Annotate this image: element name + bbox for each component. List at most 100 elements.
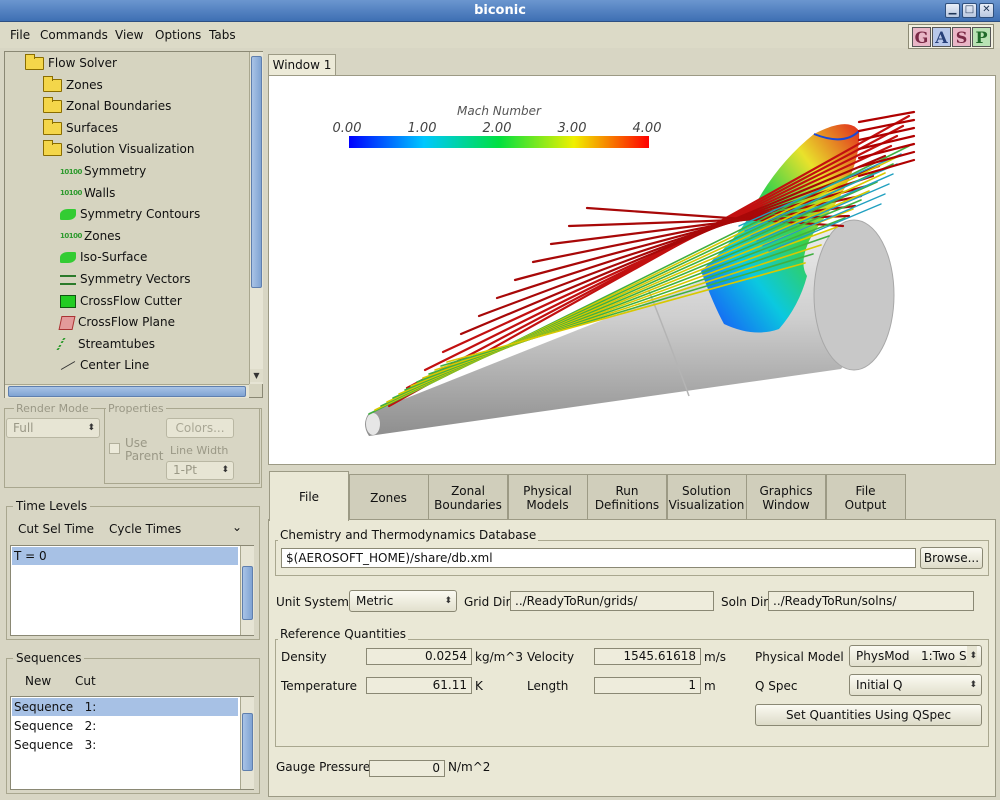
set-quantities-button[interactable]: Set Quantities Using QSpec	[755, 704, 982, 726]
gasp-logo: G A S P	[908, 24, 994, 49]
tree-vscroll-thumb[interactable]	[251, 56, 262, 288]
cycle-times-button[interactable]: Cycle Times	[109, 522, 181, 536]
time-levels-title: Time Levels	[13, 499, 91, 513]
tree-item[interactable]: CrossFlow Cutter	[60, 292, 182, 310]
window-1-tab[interactable]: Window 1	[268, 54, 336, 76]
spin-arrows-icon: ⬍	[87, 423, 95, 433]
tree-item[interactable]: 10100 Symmetry	[60, 162, 146, 180]
menu-options[interactable]: Options	[155, 28, 201, 42]
menu-view[interactable]: View	[115, 28, 143, 42]
browse-button[interactable]: Browse...	[920, 547, 983, 569]
menu-file[interactable]: File	[10, 28, 30, 42]
unit-system-select[interactable]: Metric ⬍	[349, 590, 457, 612]
temperature-input[interactable]: 61.11	[366, 677, 472, 694]
density-label: Density	[281, 650, 327, 664]
binary-data-icon: 10100	[60, 189, 82, 198]
line-width-label: Line Width	[170, 444, 229, 457]
tree-item[interactable]: Iso-Surface	[60, 248, 147, 266]
qspec-select[interactable]: Initial Q ⬍	[849, 674, 982, 696]
tab-label: Output	[844, 497, 887, 512]
tree-item[interactable]: Center Line	[60, 356, 149, 374]
tree-item[interactable]: Surfaces	[43, 118, 118, 137]
tab-zones[interactable]: Zones	[348, 474, 429, 520]
list-item[interactable]: Sequence 3:	[12, 736, 238, 754]
tab-label: File	[298, 489, 320, 504]
menu-tabs[interactable]: Tabs	[209, 28, 236, 42]
soln-dir-input[interactable]: ../ReadyToRun/solns/	[768, 591, 974, 611]
velocity-input[interactable]: 1545.61618	[594, 648, 701, 665]
new-sequence-button[interactable]: New	[25, 674, 51, 688]
tree-vscroll[interactable]: ▼	[249, 52, 263, 384]
colors-button[interactable]: Colors...	[166, 418, 234, 438]
db-path-input[interactable]: $(AEROSOFT_HOME)/share/db.xml	[281, 548, 916, 568]
splitter[interactable]	[268, 465, 996, 470]
tab-run-definitions[interactable]: Run Definitions	[587, 474, 667, 520]
cut-sequence-button[interactable]: Cut	[75, 674, 96, 688]
tree-item-label: Symmetry	[84, 164, 147, 178]
temperature-label: Temperature	[281, 679, 358, 693]
tab-label: Run	[615, 483, 639, 498]
use-parent-checkbox[interactable]	[109, 443, 120, 454]
tree-item[interactable]: 10100 Walls	[60, 184, 115, 202]
tab-zonal-boundaries[interactable]: Zonal Boundaries	[428, 474, 508, 520]
tab-label: Zones	[370, 490, 407, 505]
streamtube	[857, 150, 916, 169]
cut-sel-time-button[interactable]: Cut Sel Time	[18, 522, 94, 536]
sequences-vscroll[interactable]	[240, 697, 254, 789]
tab-file[interactable]: File	[269, 471, 349, 521]
tab-graphics-window[interactable]: Graphics Window	[746, 474, 826, 520]
length-input[interactable]: 1	[594, 677, 701, 694]
vectors-icon	[60, 274, 76, 285]
graphics-viewport[interactable]: Mach Number 0.00 1.00 2.00 3.00 4.00	[268, 75, 996, 465]
tree-item-label: CrossFlow Plane	[78, 315, 176, 330]
tab-label: Graphics	[759, 483, 813, 498]
list-item[interactable]: T = 0	[12, 547, 238, 565]
tree-item[interactable]: Flow Solver	[25, 54, 117, 72]
chevron-down-icon[interactable]: ⌄	[232, 520, 242, 534]
tab-solution-visualization[interactable]: Solution Visualization	[666, 474, 747, 520]
close-icon[interactable]: ✕	[979, 3, 994, 18]
menu-commands[interactable]: Commands	[40, 28, 108, 42]
contour-icon	[60, 209, 76, 221]
tree-hscroll-thumb[interactable]	[8, 386, 246, 397]
tree-item[interactable]: Symmetry Contours	[60, 205, 200, 223]
tree-item-label: Surfaces	[66, 120, 118, 135]
tab-physical-models[interactable]: Physical Models	[507, 474, 588, 520]
tree-item[interactable]: Symmetry Vectors	[60, 270, 191, 288]
maximize-icon[interactable]: □	[962, 3, 977, 18]
scroll-down-icon[interactable]: ▼	[250, 369, 263, 382]
minimize-icon[interactable]: ▁	[945, 3, 960, 18]
length-unit: m	[704, 679, 716, 693]
spin-arrows-icon: ⬍	[969, 680, 977, 690]
tree-item-label: Zones	[66, 77, 103, 92]
tab-label: Visualization	[668, 497, 745, 512]
sequences-list[interactable]: Sequence 1: Sequence 2: Sequence 3:	[10, 696, 254, 790]
tree-item[interactable]: 10100 Zones	[60, 227, 121, 245]
list-item[interactable]: Sequence 2:	[12, 717, 238, 735]
tree-item-label: CrossFlow Cutter	[80, 293, 182, 308]
tab-file-output[interactable]: File Output	[825, 474, 906, 520]
tree-item[interactable]: Streamtubes	[56, 335, 155, 353]
time-levels-vscroll[interactable]	[240, 546, 254, 635]
folder-open-icon	[25, 54, 44, 70]
render-mode-select[interactable]: Full ⬍	[6, 418, 100, 438]
tree-item[interactable]: CrossFlow Plane	[58, 313, 176, 331]
physical-model-select[interactable]: PhysMod 1:Two Sp ⬍	[849, 645, 982, 667]
tree-hscroll[interactable]	[5, 384, 249, 398]
gauge-pressure-unit: N/m^2	[448, 760, 491, 774]
time-levels-list[interactable]: T = 0	[10, 545, 254, 636]
tree-item-label: Solution Visualization	[66, 142, 195, 157]
line-width-select[interactable]: 1-Pt ⬍	[166, 461, 234, 480]
gauge-pressure-input[interactable]: 0	[369, 760, 445, 777]
use-parent-label-1: Use	[125, 436, 148, 450]
list-item[interactable]: Sequence 1:	[12, 698, 238, 716]
tree-item[interactable]: Zonal Boundaries	[43, 97, 171, 115]
density-unit: kg/m^3	[475, 650, 523, 664]
tab-label: Boundaries	[434, 497, 502, 512]
tree-item[interactable]: Solution Visualization	[43, 140, 195, 158]
tree-item[interactable]: Zones	[43, 75, 103, 94]
grid-dir-input[interactable]: ../ReadyToRun/grids/	[510, 591, 714, 611]
density-input[interactable]: 0.0254	[366, 648, 472, 665]
folder-open-icon	[43, 140, 62, 157]
file-tab-panel: Chemistry and Thermodynamics Database $(…	[268, 519, 996, 797]
